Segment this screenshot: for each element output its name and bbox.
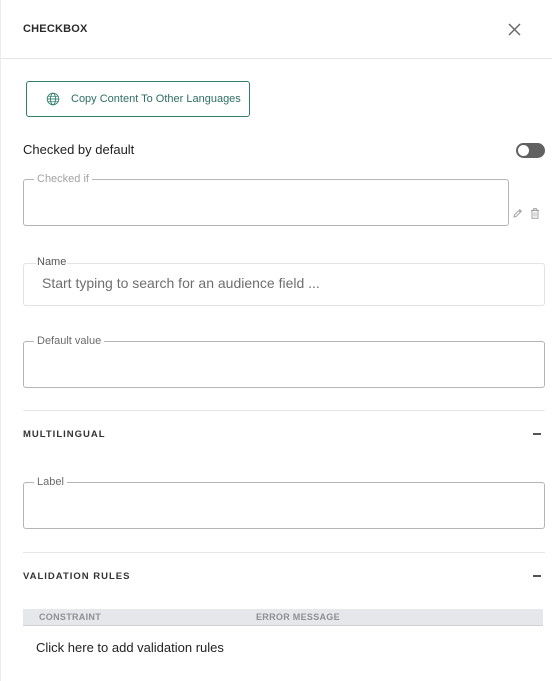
close-icon[interactable] xyxy=(506,21,523,38)
checked-if-field[interactable]: Checked if xyxy=(23,174,509,226)
column-header-constraint: CONSTRAINT xyxy=(39,612,101,622)
label-field[interactable]: Label xyxy=(23,477,545,529)
default-value-field[interactable]: Default value xyxy=(23,336,545,388)
globe-icon xyxy=(46,92,60,106)
multilingual-section-title[interactable]: MULTILINGUAL xyxy=(23,429,106,440)
column-header-error-message: ERROR MESSAGE xyxy=(256,612,340,622)
validation-rules-section-title[interactable]: VALIDATION RULES xyxy=(23,571,130,582)
minus-icon[interactable] xyxy=(533,433,541,435)
label-field-label: Label xyxy=(37,476,64,488)
panel-header: CHECKBOX xyxy=(1,0,552,59)
default-value-label: Default value xyxy=(37,335,102,347)
section-divider xyxy=(23,552,545,553)
section-divider xyxy=(23,410,545,411)
checkbox-settings-panel: CHECKBOX Copy Content To Other Languages… xyxy=(0,0,552,681)
toggle-knob xyxy=(518,145,529,156)
pencil-icon[interactable] xyxy=(512,208,523,219)
validation-table-header: CONSTRAINT ERROR MESSAGE xyxy=(23,609,543,626)
checked-by-default-label: Checked by default xyxy=(23,142,135,157)
copy-content-button[interactable]: Copy Content To Other Languages xyxy=(26,81,250,117)
name-search-input[interactable]: Start typing to search for an audience f… xyxy=(42,275,320,291)
minus-icon[interactable] xyxy=(533,575,541,577)
name-label: Name xyxy=(36,256,68,268)
copy-content-label: Copy Content To Other Languages xyxy=(71,93,241,105)
trash-icon[interactable] xyxy=(530,208,540,219)
checked-by-default-toggle[interactable] xyxy=(516,143,545,158)
panel-title: CHECKBOX xyxy=(23,23,88,35)
add-validation-rules-link[interactable]: Click here to add validation rules xyxy=(36,640,224,655)
checked-if-label: Checked if xyxy=(37,173,89,185)
checked-by-default-row: Checked by default xyxy=(23,142,545,160)
